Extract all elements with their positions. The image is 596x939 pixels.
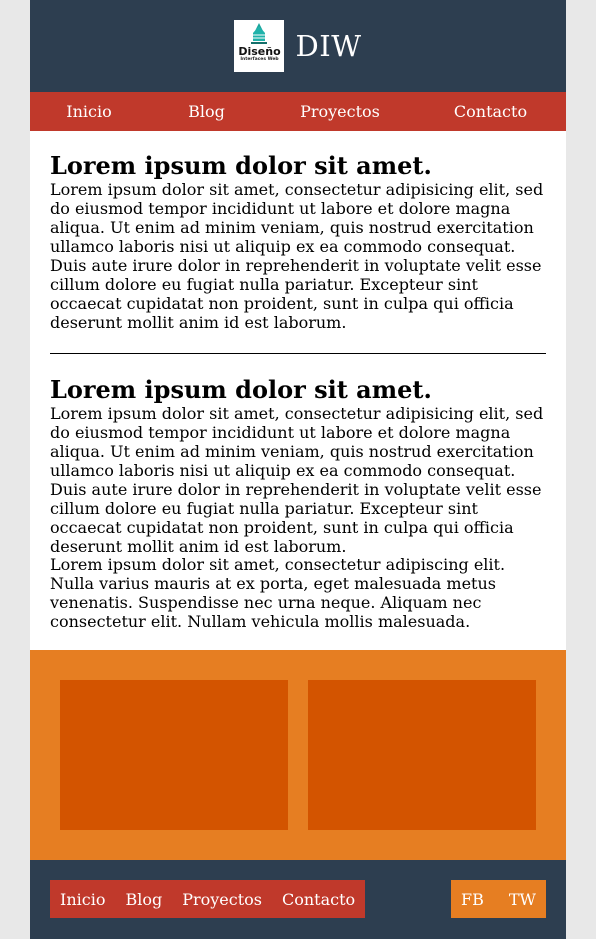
article: Lorem ipsum dolor sit amet. Lorem ipsum …: [50, 151, 546, 332]
site-header: Diseño Interfaces Web DIW: [30, 0, 566, 92]
nav-item-blog[interactable]: Blog: [148, 102, 265, 121]
footer-nav-inicio[interactable]: Inicio: [60, 890, 105, 909]
article-paragraph: Lorem ipsum dolor sit amet, consectetur …: [50, 555, 506, 631]
footer-nav-proyectos[interactable]: Proyectos: [182, 890, 262, 909]
article-paragraph: Lorem ipsum dolor sit amet, consectetur …: [50, 180, 544, 332]
features-section: [30, 650, 566, 860]
feature-box: [308, 680, 536, 830]
footer-nav-blog[interactable]: Blog: [125, 890, 162, 909]
social-links: FB TW: [451, 880, 546, 918]
twitter-link[interactable]: TW: [509, 890, 536, 909]
logo-sub-text: Interfaces Web: [240, 57, 279, 62]
facebook-link[interactable]: FB: [461, 890, 484, 909]
building-logo-icon: [251, 23, 268, 44]
page-container: Diseño Interfaces Web DIW Inicio Blog Pr…: [30, 0, 566, 939]
nav-item-inicio[interactable]: Inicio: [30, 102, 148, 121]
article: Lorem ipsum dolor sit amet. Lorem ipsum …: [50, 375, 546, 631]
footer-nav: Inicio Blog Proyectos Contacto: [50, 880, 366, 918]
site-footer: Inicio Blog Proyectos Contacto FB TW: [30, 860, 566, 939]
main-content: Lorem ipsum dolor sit amet. Lorem ipsum …: [30, 131, 566, 631]
footer-nav-contacto[interactable]: Contacto: [282, 890, 355, 909]
site-logo[interactable]: Diseño Interfaces Web: [234, 20, 285, 72]
nav-item-proyectos[interactable]: Proyectos: [265, 102, 415, 121]
article-divider: [50, 353, 546, 354]
main-nav: Inicio Blog Proyectos Contacto: [30, 92, 566, 131]
nav-item-contacto[interactable]: Contacto: [415, 102, 566, 121]
feature-box: [60, 680, 288, 830]
site-title: DIW: [295, 29, 362, 63]
article-paragraph: Lorem ipsum dolor sit amet, consectetur …: [50, 404, 544, 556]
article-title: Lorem ipsum dolor sit amet.: [50, 151, 432, 180]
article-title: Lorem ipsum dolor sit amet.: [50, 375, 432, 404]
logo-main-text: Diseño: [238, 45, 281, 58]
